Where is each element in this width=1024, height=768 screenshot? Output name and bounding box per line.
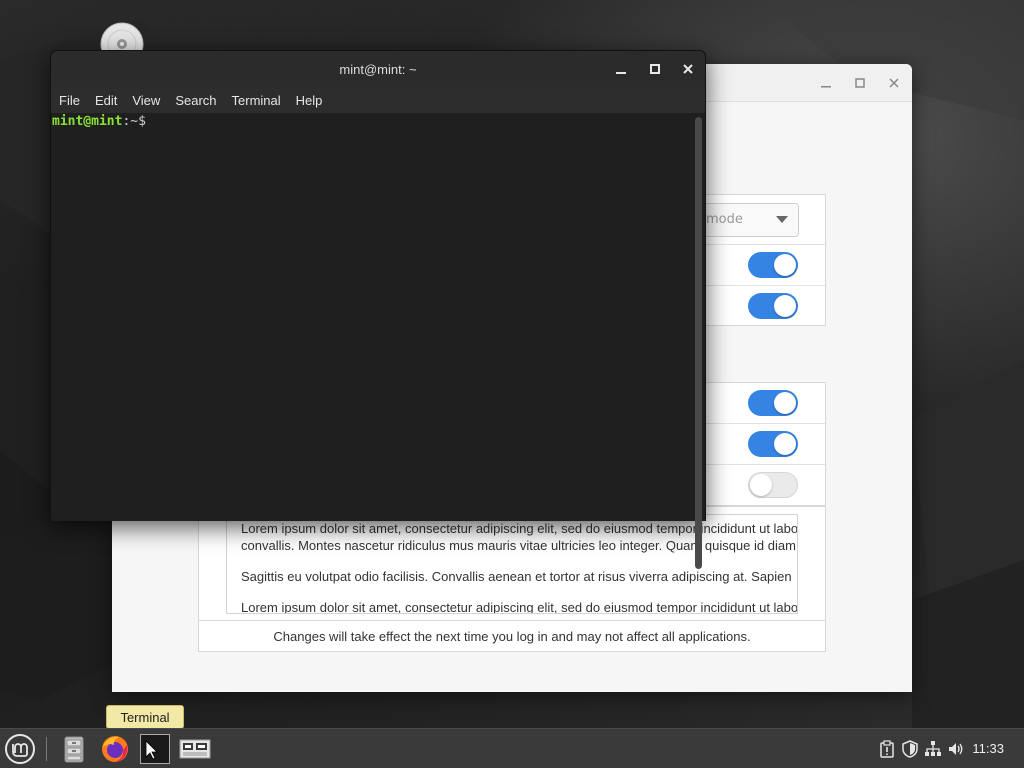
toggle-switch-5[interactable] [748, 472, 798, 498]
settings-row-toggle-4 [691, 424, 825, 465]
menu-search[interactable]: Search [175, 93, 216, 108]
chevron-down-icon [776, 216, 788, 223]
maximize-icon[interactable] [850, 73, 870, 93]
shield-icon[interactable] [901, 740, 919, 758]
font-preview-text[interactable]: Lorem ipsum dolor sit amet, consectetur … [226, 514, 798, 614]
toggle-switch-4[interactable] [748, 431, 798, 457]
clock[interactable]: 11:33 [972, 729, 1004, 768]
settings-row-toggle-3 [691, 383, 825, 424]
menu-file[interactable]: File [59, 93, 80, 108]
toggle-switch-1[interactable] [748, 252, 798, 278]
settings-row-toggle-1 [691, 245, 825, 286]
mode-combo[interactable]: mode [691, 203, 799, 237]
menu-terminal[interactable]: Terminal [232, 93, 281, 108]
terminal-titlebar[interactable]: mint@mint: ~ [51, 51, 705, 87]
toggle-switch-3[interactable] [748, 390, 798, 416]
terminal-title: mint@mint: ~ [339, 61, 417, 77]
minimize-icon[interactable] [611, 59, 631, 79]
firefox-icon[interactable] [99, 733, 131, 765]
changes-note: Changes will take effect the next time y… [198, 620, 826, 652]
prompt-user: mint@mint [52, 114, 123, 129]
terminal-window[interactable]: mint@mint: ~ File Edit View Search Termi… [50, 50, 706, 569]
taskbar: 11:33 [0, 728, 1024, 768]
menu-edit[interactable]: Edit [95, 93, 117, 108]
separator [46, 737, 47, 761]
files-icon[interactable] [58, 733, 90, 765]
settings-row-toggle-5 [691, 465, 825, 507]
workspace-switcher-icon[interactable] [179, 733, 211, 765]
clipboard-icon[interactable] [878, 740, 896, 758]
close-icon[interactable] [884, 73, 904, 93]
mode-combo-value: mode [706, 212, 743, 227]
desktop: mode Lorem ipsum dolor sit amet, consect… [0, 0, 1024, 728]
terminal-body[interactable]: mint@mint:~$ [51, 113, 705, 521]
volume-icon[interactable] [947, 740, 965, 758]
menu-help[interactable]: Help [296, 93, 323, 108]
preview-line: Lorem ipsum dolor sit amet, consectetur … [241, 600, 798, 614]
preview-line: Sagittis eu volutpat odio facilisis. Con… [241, 569, 792, 584]
toggle-switch-2[interactable] [748, 293, 798, 319]
settings-panel-1: mode [690, 194, 826, 326]
close-icon[interactable] [678, 59, 698, 79]
menu-view[interactable]: View [132, 93, 160, 108]
settings-row-toggle-2 [691, 286, 825, 327]
terminal-menubar: File Edit View Search Terminal Help [51, 87, 705, 113]
minimize-icon[interactable] [816, 73, 836, 93]
menu-icon[interactable] [4, 733, 36, 765]
settings-row-combo: mode [691, 195, 825, 245]
terminal-icon[interactable] [140, 734, 170, 764]
preview-line: Lorem ipsum dolor sit amet, consectetur … [241, 521, 798, 536]
preview-line: convallis. Montes nascetur ridiculus mus… [241, 538, 796, 553]
prompt-path: :~$ [122, 114, 146, 129]
network-icon[interactable] [924, 740, 942, 758]
maximize-icon[interactable] [645, 59, 665, 79]
settings-panel-2 [690, 382, 826, 506]
terminal-scrollbar[interactable] [695, 117, 702, 569]
terminal-tooltip: Terminal [106, 705, 184, 729]
